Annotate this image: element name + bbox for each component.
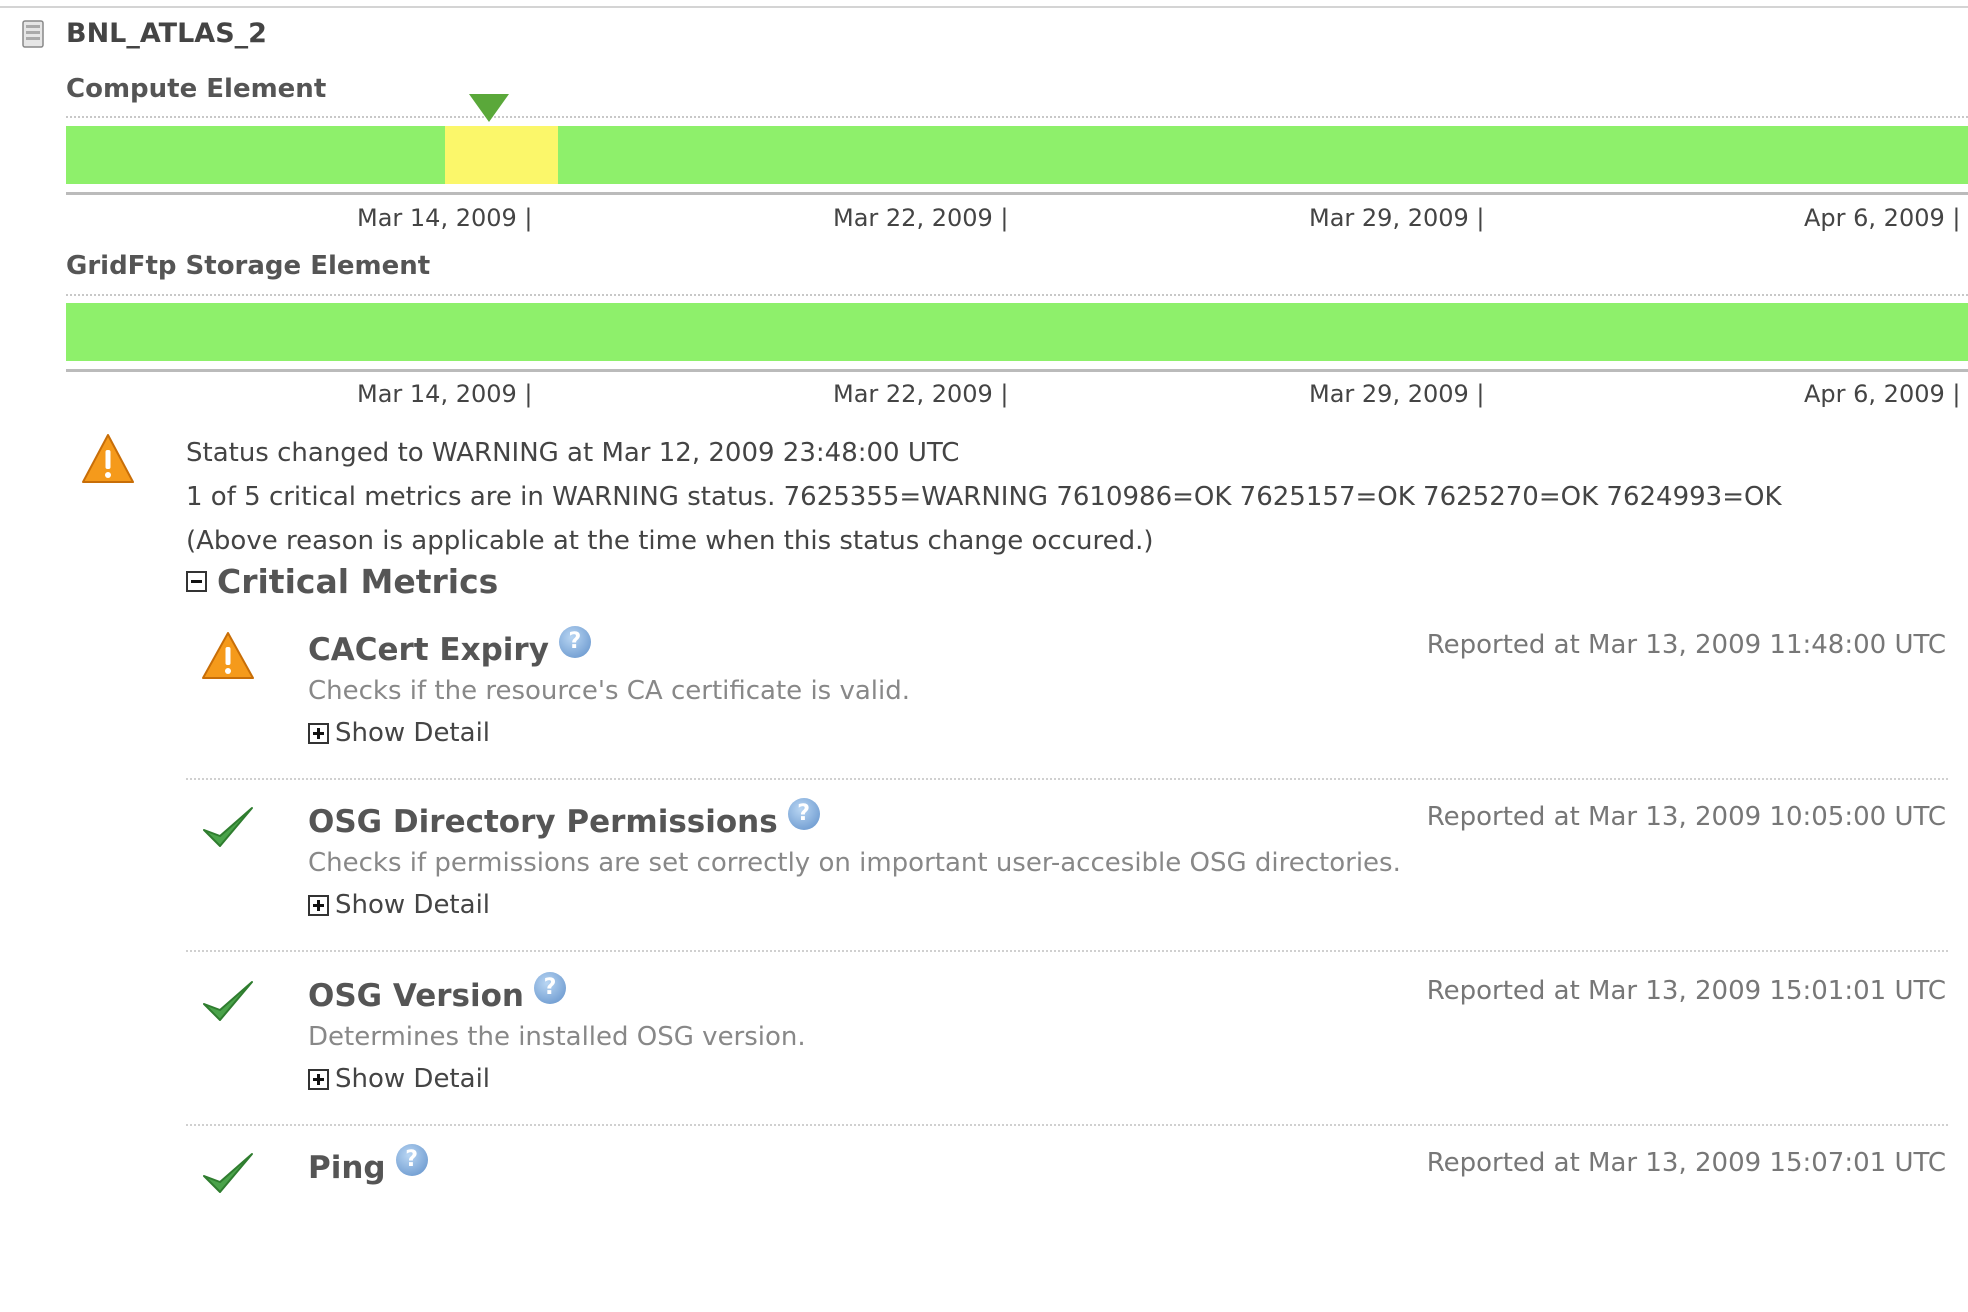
timeline-segment-ok[interactable] [66, 126, 446, 184]
metric-reported-time: Reported at Mar 13, 2009 10:05:00 UTC [1426, 802, 1946, 832]
server-icon [22, 20, 44, 48]
help-icon[interactable]: ? [533, 972, 566, 1004]
timeline-tick: Apr 6, 2009 | [1804, 204, 1961, 232]
compute-element-title: Compute Element [66, 74, 327, 104]
metric-name: OSG Directory Permissions [308, 804, 778, 840]
metric-item: Ping ? Reported at Mar 13, 2009 15:07:01… [186, 1140, 1958, 1312]
expand-icon[interactable] [308, 1068, 329, 1090]
timeline-tick: Mar 22, 2009 | [833, 380, 1009, 408]
timeline-tick: Mar 29, 2009 | [1309, 204, 1485, 232]
timeline-tick: Mar 14, 2009 | [357, 204, 533, 232]
metric-reported-time: Reported at Mar 13, 2009 15:07:01 UTC [1426, 1148, 1946, 1178]
status-reason-text: 1 of 5 critical metrics are in WARNING s… [186, 482, 1782, 512]
help-icon[interactable]: ? [558, 626, 591, 658]
checkmark-icon [203, 981, 253, 1021]
metric-item: CACert Expiry ? Reported at Mar 13, 2009… [186, 622, 1958, 794]
timeline-tick: Mar 14, 2009 | [357, 380, 533, 408]
metric-name: Ping [308, 1150, 386, 1186]
gridftp-storage-element-title: GridFtp Storage Element [66, 251, 431, 281]
metric-description: Determines the installed OSG version. [308, 1022, 806, 1052]
metric-name: OSG Version [308, 978, 524, 1014]
expand-icon[interactable] [308, 894, 329, 916]
show-detail-toggle[interactable]: Show Detail [308, 1064, 490, 1094]
checkmark-icon [203, 807, 253, 847]
status-changed-text: Status changed to WARNING at Mar 12, 200… [186, 438, 960, 468]
collapse-icon[interactable] [186, 571, 207, 592]
show-detail-label[interactable]: Show Detail [335, 1064, 490, 1094]
metric-divider [186, 778, 1948, 780]
metric-reported-time: Reported at Mar 13, 2009 15:01:01 UTC [1426, 976, 1946, 1006]
show-detail-label[interactable]: Show Detail [335, 718, 490, 748]
timeline-tick: Mar 22, 2009 | [833, 204, 1009, 232]
status-note-text: (Above reason is applicable at the time … [186, 526, 1154, 556]
timeline-segment-warning[interactable] [445, 126, 559, 184]
top-divider [0, 6, 1968, 8]
gridftp-storage-element-status-bar[interactable] [66, 303, 1968, 361]
triangle-down-icon[interactable] [469, 94, 509, 122]
show-detail-label[interactable]: Show Detail [335, 890, 490, 920]
timeline-tick: Mar 29, 2009 | [1309, 380, 1485, 408]
timeline-segment-ok[interactable] [558, 126, 1968, 184]
metric-name: CACert Expiry [308, 632, 549, 668]
metric-description: Checks if permissions are set correctly … [308, 848, 1401, 878]
timeline-divider [66, 294, 1968, 296]
critical-metrics-title: Critical Metrics [217, 562, 499, 601]
timeline-tick: Apr 6, 2009 | [1804, 380, 1961, 408]
help-icon[interactable]: ? [787, 798, 820, 830]
critical-metrics-heading[interactable]: Critical Metrics [186, 562, 498, 601]
timeline-segment-ok[interactable] [66, 303, 1968, 361]
metric-description: Checks if the resource's CA certificate … [308, 676, 911, 706]
show-detail-toggle[interactable]: Show Detail [308, 890, 490, 920]
metric-item: OSG Directory Permissions ? Reported at … [186, 794, 1958, 966]
expand-icon[interactable] [308, 722, 329, 744]
metric-divider [186, 950, 1948, 952]
checkmark-icon [203, 1153, 253, 1193]
metric-divider [186, 1124, 1948, 1126]
timeline-divider [66, 116, 1968, 118]
metric-reported-time: Reported at Mar 13, 2009 11:48:00 UTC [1426, 630, 1946, 660]
warning-icon [202, 632, 254, 679]
warning-icon [82, 434, 134, 483]
show-detail-toggle[interactable]: Show Detail [308, 718, 490, 748]
compute-element-status-bar[interactable] [66, 126, 1968, 184]
help-icon[interactable]: ? [395, 1144, 428, 1176]
timeline-axis [66, 192, 1968, 195]
timeline-axis [66, 369, 1968, 372]
metric-item: OSG Version ? Reported at Mar 13, 2009 1… [186, 968, 1958, 1140]
site-name: BNL_ATLAS_2 [66, 18, 267, 49]
